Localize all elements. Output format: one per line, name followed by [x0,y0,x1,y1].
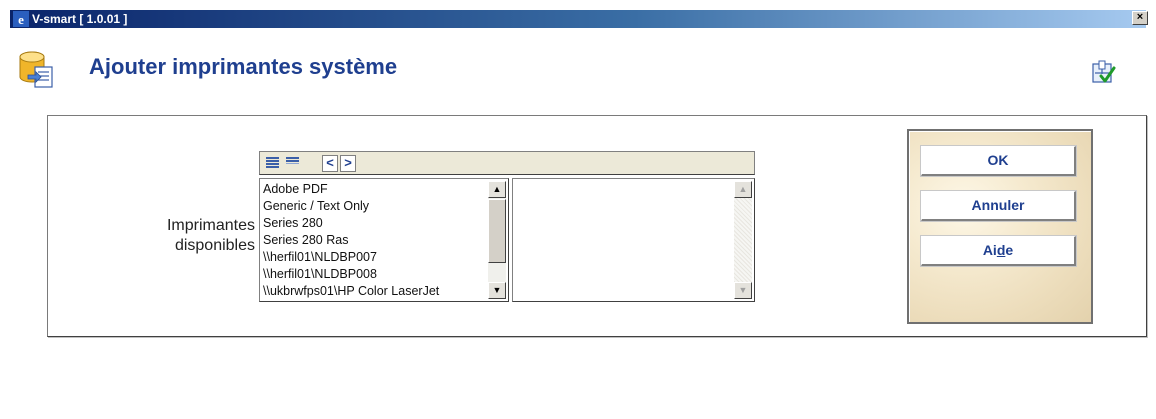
printer-list-item[interactable]: \\herfil01\NLDBP008 [263,266,488,283]
printer-list-item[interactable]: Series 280 [263,215,488,232]
ok-button[interactable]: OK [921,146,1076,176]
close-button[interactable]: × [1132,11,1148,25]
left-list-scrollbar[interactable]: ▲ ▼ [488,181,506,299]
printer-list-item[interactable]: Generic / Text Only [263,198,488,215]
deselect-all-icon[interactable] [285,155,300,170]
scroll-down-button[interactable]: ▼ [488,282,506,299]
database-form-icon [19,51,53,88]
right-list-scrollbar: ▲ ▼ [734,181,752,299]
help-label-pre: Ai [982,242,997,258]
page-title: Ajouter imprimantes système [89,54,398,79]
scroll-down-button-disabled: ▼ [734,282,752,299]
window-title: V-smart [ 1.0.01 ] [32,12,128,26]
printer-list-item[interactable]: \\herfil01\NLDBP007 [263,249,488,266]
scroll-up-button-disabled: ▲ [734,181,752,198]
label-line-1: Imprimantes [166,217,255,234]
scroll-up-button[interactable]: ▲ [488,181,506,198]
selected-printers-listbox[interactable]: ▲ ▼ [512,178,755,302]
printer-list: Adobe PDF Generic / Text Only Series 280 Se… [263,181,488,300]
help-label-post: e [1005,242,1014,258]
svg-text:e: e [18,12,24,27]
select-all-icon[interactable] [265,155,280,170]
move-left-button[interactable]: < [322,155,338,172]
scroll-thumb[interactable] [488,199,506,263]
cancel-button[interactable]: Annuler [921,191,1076,221]
printer-list-item[interactable]: Adobe PDF [263,181,488,198]
internet-explorer-icon: e [13,11,29,27]
listbox-toolbar: < > [259,151,755,175]
label-line-2: disponibles [174,237,255,254]
printer-list-item[interactable]: Series 280 Ras [263,232,488,249]
titlebar-strip [10,10,1146,28]
window-titlebar [0,0,1156,28]
available-printers-label: Imprimantes disponibles [120,216,255,256]
printer-list-item[interactable]: \\ukbrwfps01\HP Color LaserJet [263,283,488,300]
available-printers-listbox[interactable]: Adobe PDF Generic / Text Only Series 280 Se… [259,178,509,302]
select-check-icon[interactable] [1090,59,1116,85]
help-button[interactable]: Aide [921,236,1076,266]
move-right-button[interactable]: > [340,155,356,172]
